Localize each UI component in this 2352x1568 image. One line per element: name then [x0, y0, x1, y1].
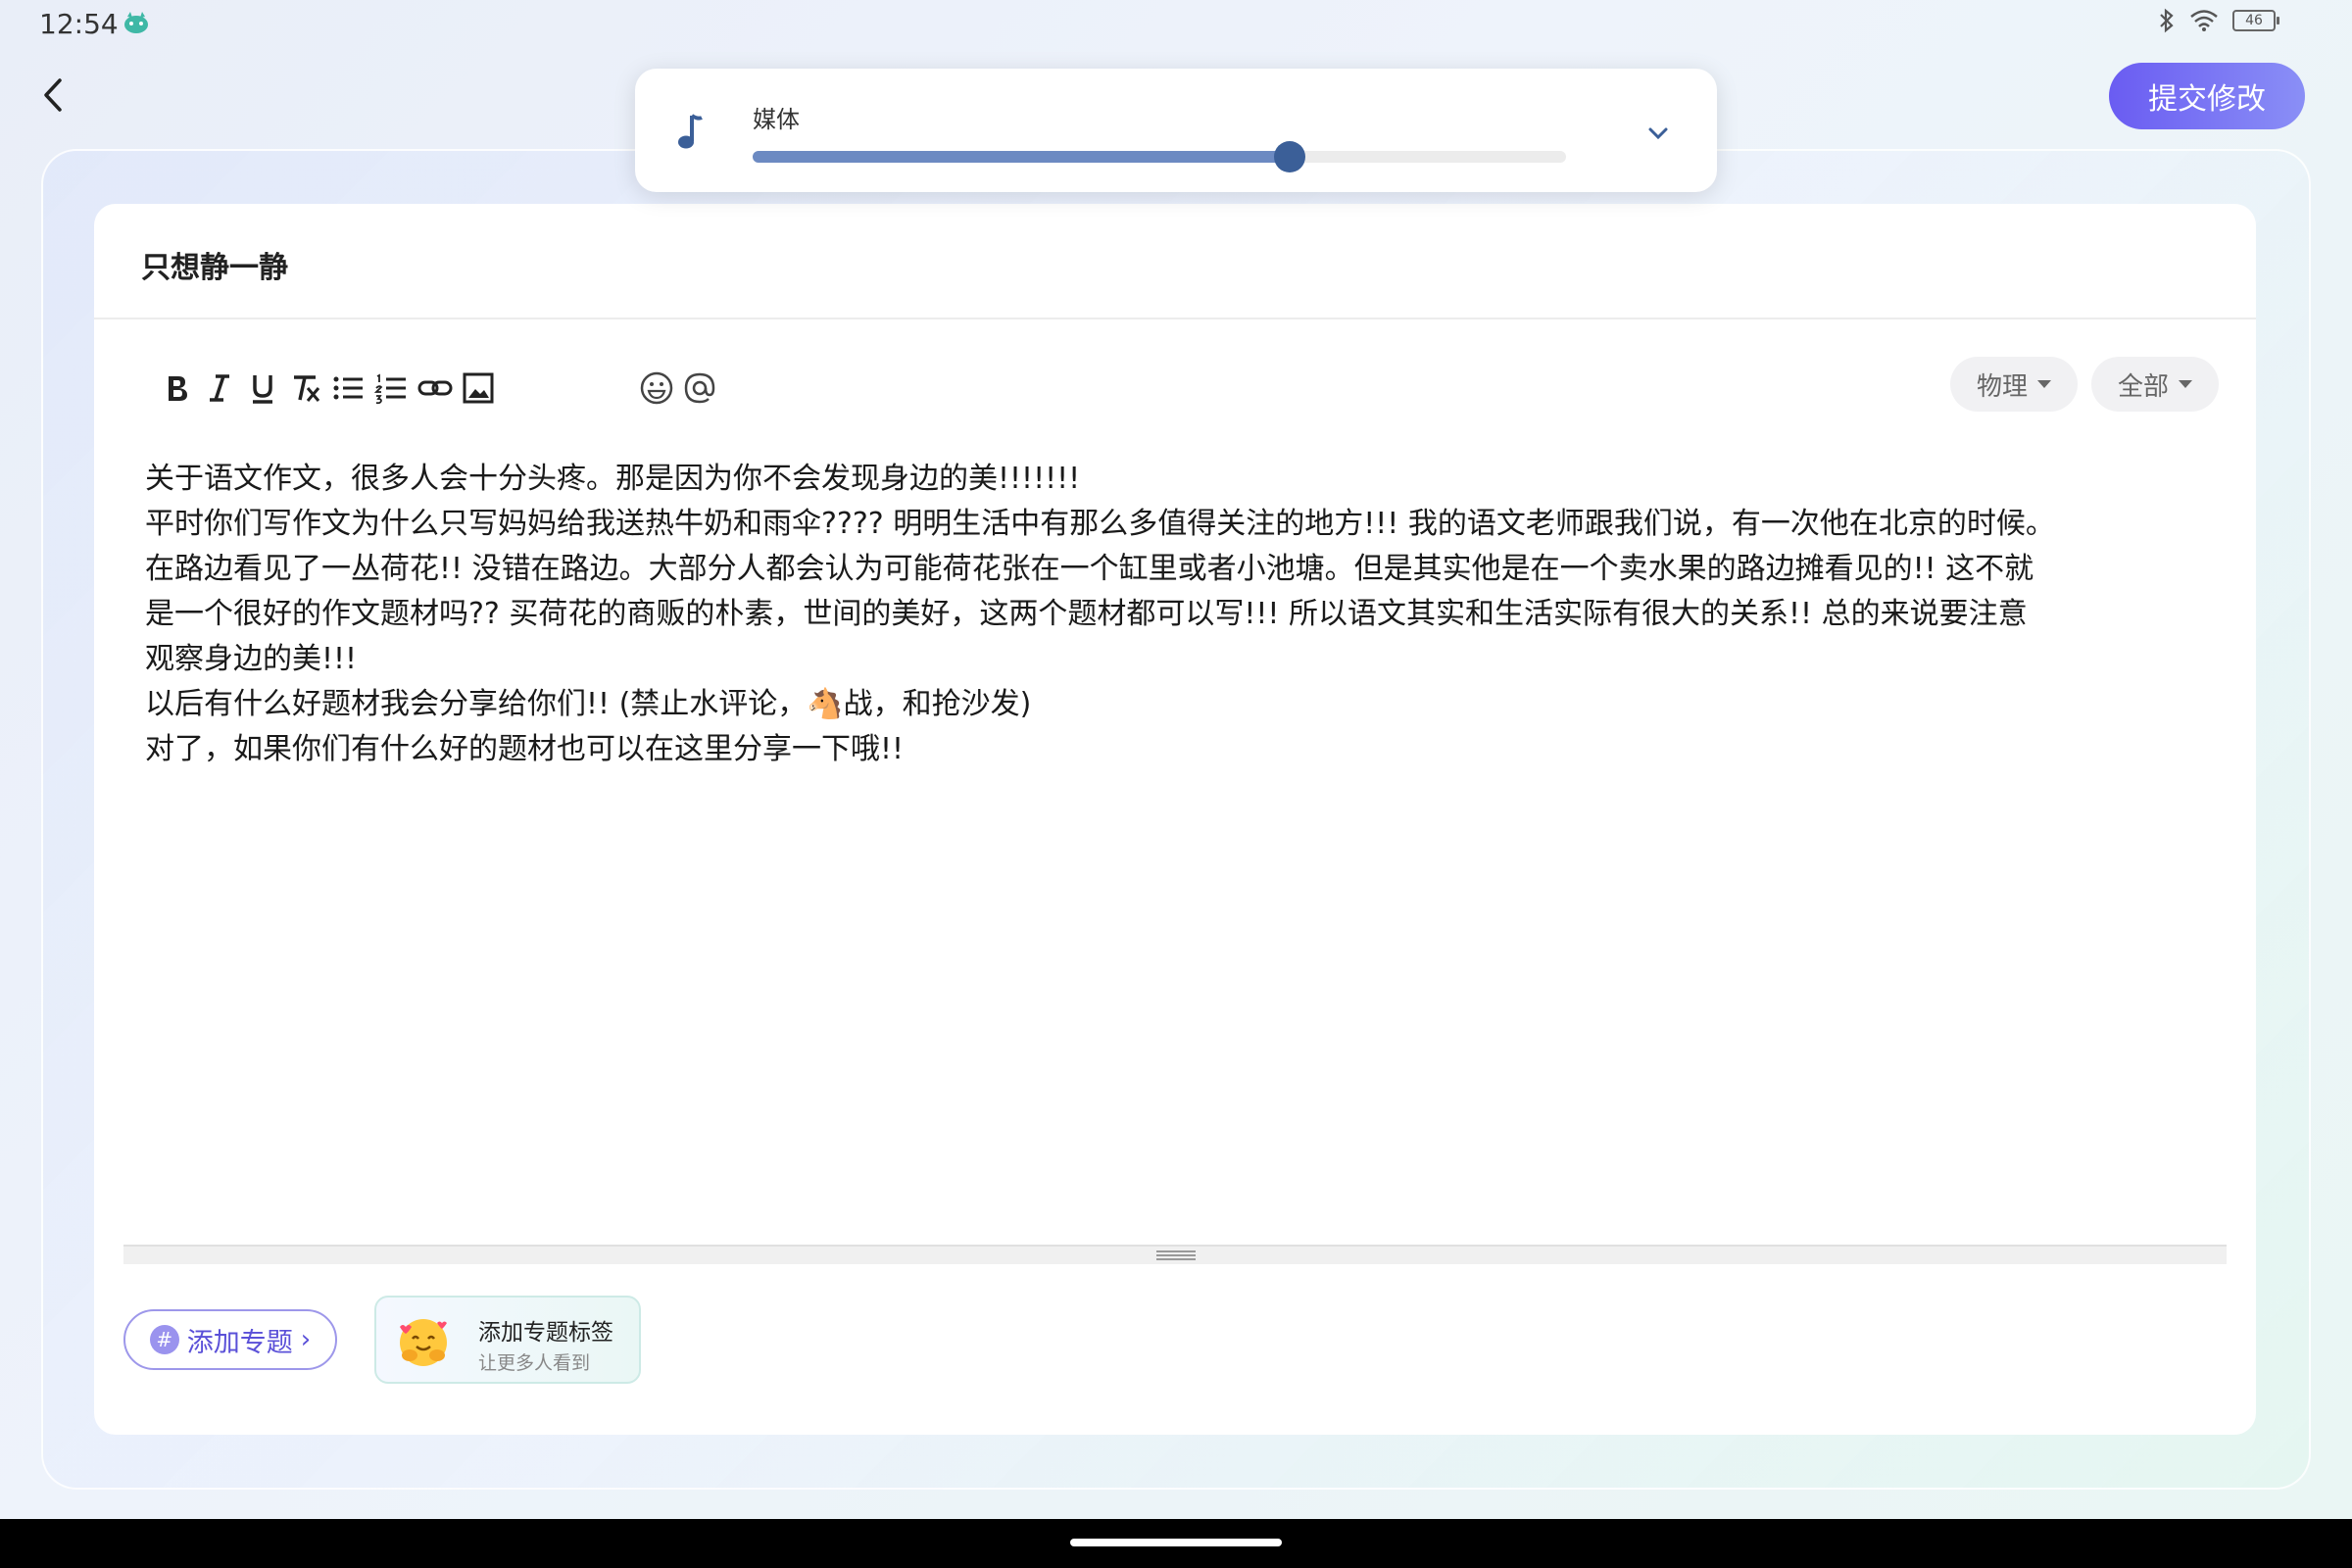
horse-emoji-icon: 🐴 — [807, 687, 844, 721]
caret-down-icon — [2179, 380, 2192, 388]
back-button[interactable] — [33, 71, 73, 120]
editor-card: 只想静一静 物理 全部 关于语文作文，很多人会十分头疼。那是因为你不会发现身边的… — [94, 204, 2256, 1435]
chevron-left-icon — [44, 78, 62, 112]
body-line-text: 以后有什么好题材我会分享给你们!! (禁止水评论， — [145, 687, 808, 721]
app-notification-icon — [124, 12, 148, 33]
body-line: 关于语文作文，很多人会十分头疼。那是因为你不会发现身边的美!!!!!!! — [145, 462, 1081, 496]
editor-resize-bar[interactable] — [123, 1245, 2227, 1264]
underline-icon — [253, 375, 272, 404]
body-line: 对了，如果你们有什么好的题材也可以在这里分享一下哦!! — [145, 732, 905, 766]
hash-icon: # — [149, 1325, 179, 1354]
chevron-right-icon: › — [300, 1325, 312, 1354]
expand-button[interactable] — [1641, 120, 1676, 147]
body-line-text: 战，和抢沙发) — [843, 687, 1032, 721]
volume-slider-thumb[interactable] — [1273, 141, 1305, 172]
post-title[interactable]: 只想静一静 — [141, 243, 288, 286]
divider — [94, 318, 2256, 319]
body-line: 平时你们写作文为什么只写妈妈给我送热牛奶和雨伞???? 明明生活中有那么多值得关… — [145, 507, 2055, 541]
status-time: 12:54 — [39, 8, 119, 40]
body-line: 观察身边的美!!! — [145, 642, 358, 676]
insert-image-button[interactable] — [451, 359, 506, 417]
music-note-icon — [678, 114, 703, 149]
body-line: 在路边看见了一丛荷花!! 没错在路边。大部分人都会认为可能荷花张在一个缸里或者小… — [145, 552, 2034, 586]
battery-icon: 46 — [2232, 10, 2279, 31]
numbered-list-icon — [373, 373, 406, 405]
chevron-down-icon — [1648, 127, 1668, 140]
volume-slider[interactable] — [753, 141, 1566, 172]
volume-slider-fill — [753, 151, 1290, 163]
image-icon — [463, 372, 494, 404]
emoji-icon — [640, 371, 673, 405]
caret-down-icon — [2037, 380, 2051, 388]
subject-select-value: 物理 — [1976, 371, 2028, 402]
body-line: 是一个很好的作文题材吗?? 买荷花的商贩的朴素，世间的美好，这两个题材都可以写!… — [145, 597, 2028, 631]
add-topic-label: 添加专题 — [186, 1327, 293, 1358]
status-bar: 12:54 46 — [0, 0, 2352, 51]
home-indicator[interactable] — [1070, 1539, 1282, 1546]
system-nav-bar — [0, 1519, 2352, 1568]
media-volume-panel: 媒体 — [635, 69, 1717, 192]
submit-changes-button[interactable]: 提交修改 — [2109, 63, 2305, 129]
subject-select[interactable]: 物理 — [1950, 357, 2078, 412]
post-body-editor[interactable]: 关于语文作文，很多人会十分头疼。那是因为你不会发现身边的美!!!!!!! 平时你… — [145, 457, 2213, 772]
hint-subtitle: 让更多人看到 — [478, 1352, 591, 1374]
drag-handle-icon[interactable] — [1156, 1250, 1196, 1260]
bold-icon — [169, 376, 187, 401]
mention-icon — [684, 372, 715, 404]
scope-select[interactable]: 全部 — [2091, 357, 2219, 412]
topic-hint-bubble: 添加专题标签 让更多人看到 — [374, 1296, 641, 1384]
status-icons: 46 — [2158, 8, 2279, 33]
wifi-icon — [2190, 10, 2218, 31]
clear-format-icon — [294, 375, 320, 402]
hint-title: 添加专题标签 — [478, 1320, 613, 1346]
bullet-list-icon — [333, 376, 363, 400]
add-topic-button[interactable]: # 添加专题 › — [123, 1309, 337, 1370]
hugging-face-icon — [400, 1319, 447, 1366]
body-line: 以后有什么好题材我会分享给你们!! (禁止水评论，🐴战，和抢沙发) — [145, 682, 2213, 727]
media-label: 媒体 — [753, 106, 800, 133]
mention-button[interactable] — [672, 359, 727, 417]
bluetooth-icon — [2160, 8, 2174, 33]
scope-select-value: 全部 — [2117, 371, 2169, 402]
link-icon — [417, 380, 453, 396]
italic-icon — [210, 374, 229, 402]
